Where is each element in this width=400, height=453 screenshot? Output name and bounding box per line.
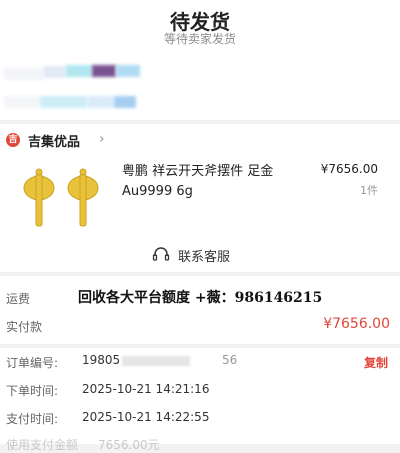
headset-icon[interactable]: [152, 247, 170, 263]
blur-block: [92, 65, 116, 77]
order-time-value: 2025-10-21 14:21:16: [82, 382, 210, 396]
blur-block: [66, 65, 92, 77]
freight-label: 运费: [6, 292, 31, 306]
order-number-start: 19805: [82, 353, 121, 367]
blur-block: [114, 96, 136, 108]
page-subtitle: 等待卖家发货: [163, 32, 236, 46]
product-image[interactable]: [22, 160, 114, 240]
blur-block: [116, 65, 140, 77]
blur-block: [4, 96, 40, 108]
chevron-right-icon[interactable]: ›: [99, 131, 105, 147]
blur-block: [44, 66, 66, 78]
pay-time-label: 支付时间:: [6, 412, 59, 426]
pay-time-value: 2025-10-21 14:22:55: [82, 410, 210, 424]
blur-block: [88, 96, 114, 108]
product-price: ¥7656.00: [320, 162, 378, 176]
order-number-end: 56: [222, 353, 238, 367]
payment-amount-value: 7656.00元: [98, 438, 160, 452]
paid-label: 实付款: [6, 320, 43, 334]
shop-logo-icon: 吉: [6, 133, 20, 147]
product-quantity: 1件: [360, 184, 378, 197]
product-title[interactable]: 粤鹏 祥云开天斧摆件 足金 Au9999 6g: [122, 162, 297, 202]
order-time-label: 下单时间:: [6, 384, 59, 398]
blur-block: [122, 356, 190, 366]
address-section[interactable]: [0, 52, 400, 120]
overlay-text: 回收各大平台额度 +薇：986146215: [78, 290, 323, 306]
payment-amount-label: 使用支付金额: [6, 438, 79, 452]
shop-name-link[interactable]: 吉集优品: [28, 131, 80, 150]
paid-amount: ¥7656.00: [323, 316, 390, 332]
copy-button[interactable]: 复制: [340, 354, 388, 371]
order-number-label: 订单编号:: [6, 356, 59, 370]
contact-service-button[interactable]: 联系客服: [178, 246, 230, 265]
blur-block: [40, 96, 88, 108]
golden-axe-ornament-image: [23, 168, 99, 227]
blur-block: [4, 68, 44, 80]
